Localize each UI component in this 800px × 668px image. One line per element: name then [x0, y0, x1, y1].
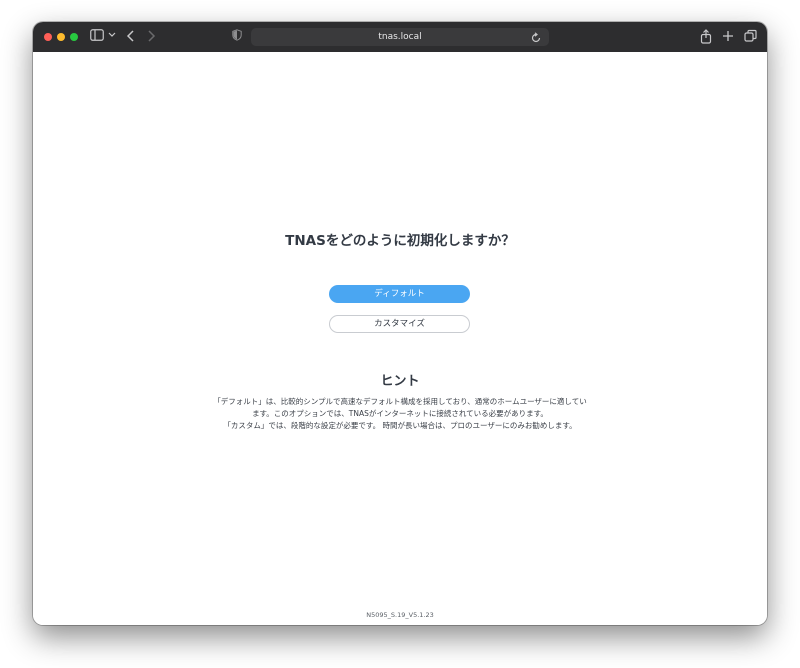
hint-text: 「デフォルト」は、比較的シンプルで高速なデフォルト構成を採用しており、通常のホー… — [193, 396, 607, 432]
page-content: TNASをどのように初期化しますか？ ディフォルト カスタマイズ ヒント 「デフ… — [33, 52, 767, 625]
close-window-button[interactable] — [44, 33, 52, 41]
url-text: tnas.local — [378, 32, 422, 42]
hint-title: ヒント — [380, 374, 420, 389]
hint-line: 「デフォルト」は、比較的シンプルで高速なデフォルト構成を採用しており、通常のホー… — [213, 397, 587, 406]
back-icon[interactable] — [126, 29, 138, 45]
version-footer: N5095_S.19_V5.1.23 — [366, 611, 434, 619]
tabs-overview-icon[interactable] — [744, 29, 758, 45]
hint-line: ます。このオプションでは、TNASがインターネットに接続されている必要があります… — [252, 409, 548, 418]
forward-icon[interactable] — [146, 29, 158, 45]
share-icon[interactable] — [700, 29, 714, 45]
shield-icon[interactable] — [232, 29, 244, 45]
hint-line: 「カスタム」では、段階的な設定が必要です。 時間が長い場合は、プロのユーザーにの… — [223, 421, 577, 430]
default-button[interactable]: ディフォルト — [329, 285, 470, 303]
address-bar[interactable]: tnas.local — [251, 28, 549, 46]
reload-icon[interactable] — [530, 30, 544, 44]
chevron-down-icon[interactable] — [108, 29, 118, 45]
plus-icon[interactable] — [722, 29, 736, 45]
customize-button[interactable]: カスタマイズ — [329, 315, 470, 333]
browser-window: tnas.local TNASをどのように初期化しますか？ ディフォルト カスタ… — [33, 22, 767, 625]
page-title: TNASをどのように初期化しますか？ — [285, 233, 515, 249]
browser-toolbar: tnas.local — [33, 22, 767, 52]
zoom-window-button[interactable] — [70, 33, 78, 41]
sidebar-icon[interactable] — [90, 29, 106, 45]
minimize-window-button[interactable] — [57, 33, 65, 41]
